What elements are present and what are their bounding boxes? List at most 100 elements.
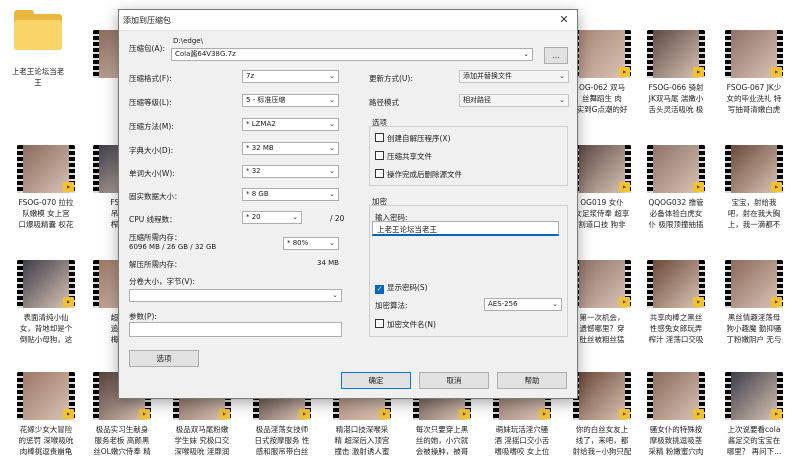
video-caption: 宝宝，射给我 吧，射在我大胸 上，我一滴都不 会浪费的 快点 <box>727 198 781 229</box>
browse-button[interactable]: ... <box>544 47 568 64</box>
options-button[interactable]: 选项 <box>129 350 199 367</box>
update-select[interactable]: 添加并替换文件 ⌄ <box>459 70 569 83</box>
checkbox-icon <box>375 151 384 160</box>
delete-label: 操作完成后删除源文件 <box>387 170 462 179</box>
player-badge-icon: ▶ <box>539 409 550 419</box>
memory-detail: 6096 MB / 26 GB / 32 GB <box>129 243 217 251</box>
chevron-down-icon: ⌄ <box>292 213 298 221</box>
chevron-down-icon: ⌄ <box>552 300 558 308</box>
video-caption: 黑丝情趣淫荡母 狗小趣魔 勤抑骚 丁粉嫩阴户 无与 伦比的美妙口... <box>726 313 782 344</box>
memory-value: * 80% <box>287 239 309 247</box>
sfx-label: 创建自解压程序(X) <box>387 134 451 143</box>
chevron-down-icon: ⌄ <box>559 96 565 104</box>
memory-select[interactable]: * 80% ⌄ <box>283 237 339 250</box>
password-input[interactable]: 上老王论坛当老王 <box>372 221 559 236</box>
help-button[interactable]: 帮助 <box>497 372 567 389</box>
player-badge-icon: ▶ <box>139 409 150 419</box>
dict-value: * 32 MB <box>246 144 274 152</box>
decompress-value: 34 MB <box>317 259 339 267</box>
archive-path: D:\edge\ <box>173 37 203 45</box>
video-file-icon[interactable]: ▶ FSOG-067 JK少 女的毕业洗礼 特 写抽哥清嫩白虎 <box>718 30 790 115</box>
method-select[interactable]: * LZMA2 ⌄ <box>242 118 339 131</box>
video-file-icon[interactable]: ▶ FSOG-066 骑射 JK双马尾 湍嫩小 舌头灵活吸吮 极 爽顶撞白虎鲍 <box>640 30 712 115</box>
threads-label: CPU 线程数： <box>129 215 177 224</box>
chevron-down-icon: ⌄ <box>559 72 565 80</box>
video-file-icon[interactable]: ▶ 花嫁少女大冒险 的惩罚 深喉吸吮 肉棒挑逗责崩龟 <box>10 372 82 457</box>
method-label: 压缩方法(M): <box>129 122 174 131</box>
player-badge-icon: ▶ <box>693 67 704 77</box>
sfx-checkbox[interactable]: 创建自解压程序(X) <box>375 133 451 144</box>
shared-checkbox[interactable]: 压缩共享文件 <box>375 151 432 162</box>
encrypt-method-select[interactable]: AES-256 ⌄ <box>484 298 562 311</box>
level-label: 压缩等级(L): <box>129 98 172 107</box>
threads-max: / 20 <box>330 214 345 223</box>
word-select[interactable]: * 32 ⌄ <box>242 165 339 178</box>
solid-value: * 8 GB <box>246 190 269 198</box>
dialog-title: 添加到压缩包 <box>123 16 171 25</box>
threads-select[interactable]: * 20 ⌄ <box>242 211 302 224</box>
encrypt-names-checkbox[interactable]: 加密文件名(N) <box>375 319 436 330</box>
video-thumbnail: ▶ <box>17 372 75 420</box>
video-caption: 萌妹玩活淫穴骚 酒 淫摇口交小舌 嗜吸嗜咬 女上位 <box>494 425 550 456</box>
video-file-icon[interactable]: ▶ 上次说要看cola 酱足交的宝宝在 哪里？ 再问下... <box>718 372 790 457</box>
delete-checkbox[interactable]: 操作完成后删除源文件 <box>375 169 462 180</box>
update-label: 更新方式(U): <box>369 74 413 83</box>
cancel-button[interactable]: 取消 <box>419 372 489 389</box>
player-badge-icon: ▶ <box>693 182 704 192</box>
video-thumbnail: ▶ <box>573 145 631 193</box>
desktop-folder[interactable]: 上老王论坛当老 王 <box>2 6 74 99</box>
solid-label: 固实数据大小： <box>129 192 182 201</box>
archive-name-combo[interactable]: Cola酱64V38G.7z ⌄ <box>171 48 533 61</box>
video-caption: FSOG-067 JK少 女的毕业洗礼 特 写抽哥清嫩白虎 <box>726 83 782 114</box>
video-file-icon[interactable]: ▶ QQOG032 撸管 必备体验白虎女 仆 极限顶撞抽插 宫颈爆精嗯 <box>640 145 712 230</box>
player-badge-icon: ▶ <box>619 67 630 77</box>
player-badge-icon: ▶ <box>619 409 630 419</box>
chevron-down-icon: ⌄ <box>523 50 529 58</box>
video-thumbnail: ▶ <box>573 30 631 78</box>
pathmode-value: 相对路径 <box>463 96 491 104</box>
ok-button[interactable]: 确定 <box>341 372 411 389</box>
video-thumbnail: ▶ <box>647 260 705 308</box>
pathmode-select[interactable]: 相对路径 ⌄ <box>459 94 569 107</box>
chevron-down-icon: ⌄ <box>329 239 335 247</box>
video-caption: FSOG-070 拉拉 队嫩模 女上宫 口爆吸精囊 权花 极脚体内神暖... <box>18 198 74 229</box>
video-file-icon[interactable]: ▶ 黑丝情趣淫荡母 狗小趣魔 勤抑骚 丁粉嫩阴户 无与 伦比的美妙口... <box>718 260 790 345</box>
dialog-titlebar: 添加到压缩包 ✕ <box>119 10 577 31</box>
split-select[interactable]: ⌄ <box>129 289 342 302</box>
video-caption: 花嫁少女大冒险 的惩罚 深喉吸吮 肉棒挑逗责崩龟 <box>18 425 74 456</box>
video-thumbnail: ▶ <box>573 372 631 420</box>
chevron-down-icon: ⌄ <box>329 72 335 80</box>
video-file-icon[interactable]: ▶ 宝宝，射给我 吧，射在我大胸 上，我一滴都不 会浪费的 快点 <box>718 145 790 230</box>
dict-select[interactable]: * 32 MB ⌄ <box>242 142 339 155</box>
video-file-icon[interactable]: ▶ 表面清纯小仙 女，背地却是个 倒贴小母狗，这 次就不是妹妹... <box>10 260 82 345</box>
video-file-icon[interactable]: ▶ FSOG-070 拉拉 队嫩模 女上宫 口爆吸精囊 权花 极脚体内神暖... <box>10 145 82 230</box>
video-thumbnail: ▶ <box>573 260 631 308</box>
chevron-down-icon: ⌄ <box>329 96 335 104</box>
level-value: 5 - 标准压缩 <box>246 96 286 104</box>
format-label: 压缩格式(F): <box>129 74 172 83</box>
encrypt-names-label: 加密文件名(N) <box>387 320 436 329</box>
format-select[interactable]: 7z ⌄ <box>242 70 339 83</box>
checkbox-icon <box>375 133 384 142</box>
player-badge-icon: ▶ <box>693 297 704 307</box>
params-input[interactable] <box>129 322 342 337</box>
close-icon[interactable]: ✕ <box>557 13 571 26</box>
encrypt-method-value: AES-256 <box>488 300 518 308</box>
player-badge-icon: ▶ <box>693 409 704 419</box>
archive-label: 压缩包(A): <box>129 44 166 53</box>
solid-select[interactable]: * 8 GB ⌄ <box>242 188 339 201</box>
player-badge-icon: ▶ <box>459 409 470 419</box>
threads-value: * 20 <box>246 213 261 221</box>
video-file-icon[interactable]: ▶ 共享肉棒之黑丝 性感兔女郎玩弄 榨汁 淫荡口交吸 茎 后入嫩穴全... <box>640 260 712 345</box>
player-badge-icon: ▶ <box>771 182 782 192</box>
video-file-icon[interactable]: ▶ 骚女仆的特殊按 摩极致挑逗吸茎 采精 粉嫩蜜穴肉 <box>640 372 712 457</box>
video-caption: 上次说要看cola 酱足交的宝宝在 哪里？ 再问下... <box>726 425 782 456</box>
chevron-down-icon: ⌄ <box>329 190 335 198</box>
chevron-down-icon: ⌄ <box>329 167 335 175</box>
video-thumbnail: ▶ <box>725 372 783 420</box>
video-caption: 共享肉棒之黑丝 性感兔女郎玩弄 榨汁 淫荡口交吸 茎 后入嫩穴全... <box>648 313 704 344</box>
show-password-checkbox[interactable]: ✓ 显示密码(S) <box>375 282 428 294</box>
decompress-label: 解压所需内存： <box>129 260 182 269</box>
level-select[interactable]: 5 - 标准压缩 ⌄ <box>242 94 339 107</box>
video-caption: FSOG-066 骑射 JK双马尾 湍嫩小 舌头灵活吸吮 极 爽顶撞白虎鲍 <box>648 83 704 114</box>
